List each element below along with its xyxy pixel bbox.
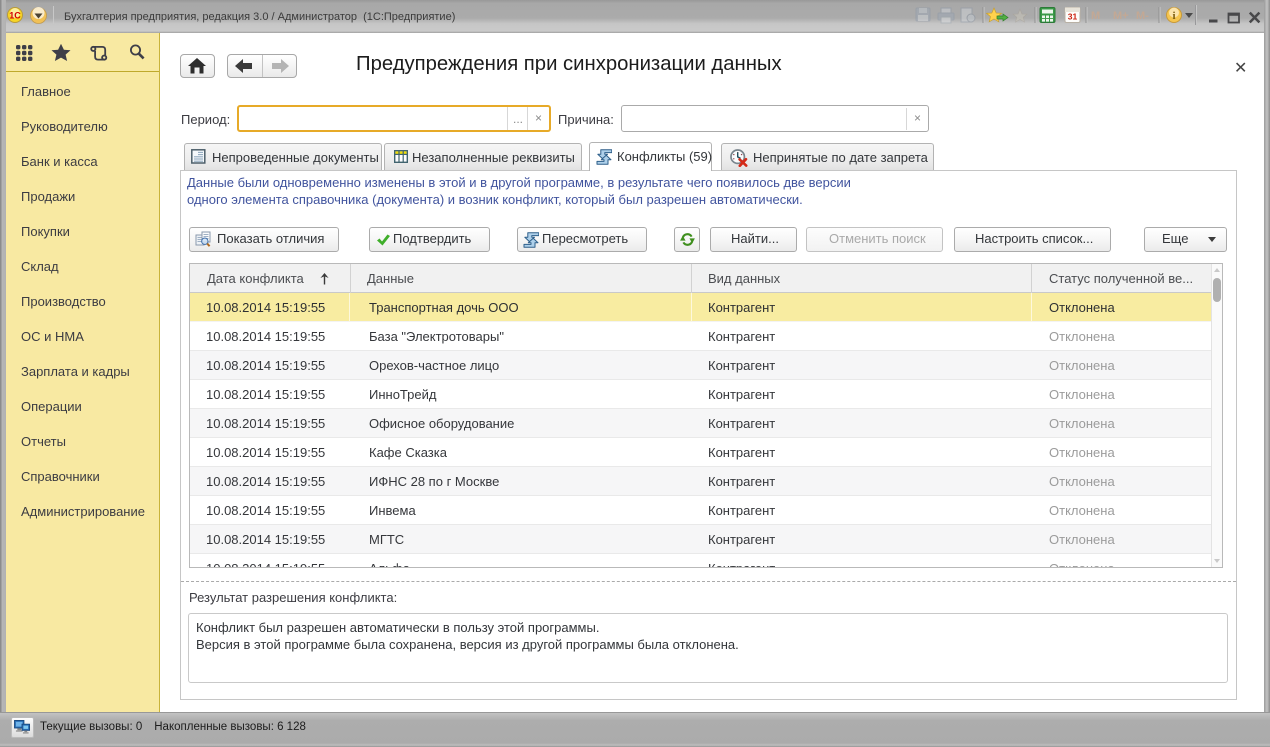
- svg-text:M+: M+: [1113, 10, 1129, 22]
- svg-text:1С: 1С: [9, 11, 21, 21]
- svg-text:i: i: [1172, 10, 1175, 22]
- svg-text:31: 31: [1068, 12, 1078, 22]
- svg-text:M: M: [1091, 10, 1100, 22]
- svg-text:M-: M-: [1136, 10, 1149, 22]
